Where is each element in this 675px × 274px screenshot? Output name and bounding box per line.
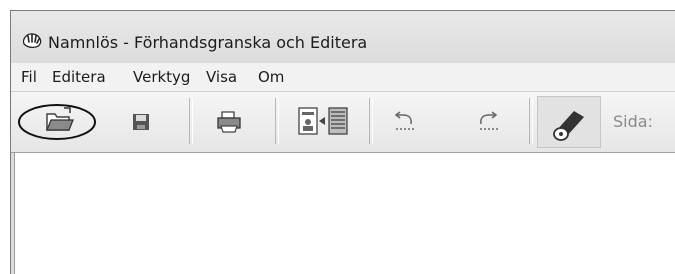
menu-verktyg[interactable]: Verktyg <box>133 68 190 86</box>
left-frame-edge <box>11 153 15 274</box>
open-button[interactable] <box>37 102 81 142</box>
save-button[interactable] <box>119 102 163 142</box>
undo-button[interactable] <box>383 102 427 142</box>
redo-button[interactable] <box>467 102 511 142</box>
menu-visa[interactable]: Visa <box>206 68 237 86</box>
page-layout-icon <box>298 107 348 135</box>
window-title: Namnlös - Förhandsgranska och Editera <box>48 33 368 52</box>
title-bar[interactable]: Namnlös - Förhandsgranska och Editera <box>11 11 675 64</box>
menu-editera[interactable]: Editera <box>52 68 106 86</box>
app-window: Namnlös - Förhandsgranska och Editera Fi… <box>10 10 675 274</box>
toolbar-separator <box>275 98 279 144</box>
save-disk-icon <box>133 114 149 130</box>
app-logo-icon <box>21 32 43 50</box>
page-layout-button[interactable] <box>291 102 355 142</box>
printer-icon <box>217 111 241 133</box>
toolbar: Sida: <box>11 92 675 153</box>
toolbar-separator <box>529 98 533 144</box>
tape-roll-icon <box>553 111 584 141</box>
page-label: Sida: <box>613 112 653 131</box>
toolbar-separator <box>189 98 193 144</box>
print-button[interactable] <box>207 102 251 142</box>
menu-fil[interactable]: Fil <box>21 68 37 86</box>
open-folder-icon <box>46 107 74 131</box>
menu-om[interactable]: Om <box>258 68 284 86</box>
preview-area[interactable] <box>11 153 675 274</box>
toolbar-separator <box>369 98 373 144</box>
menu-bar: Fil Editera Verktyg Visa Om <box>11 63 675 92</box>
redo-icon <box>480 111 498 130</box>
tape-toggle-button[interactable] <box>537 96 601 148</box>
undo-icon <box>394 111 414 130</box>
